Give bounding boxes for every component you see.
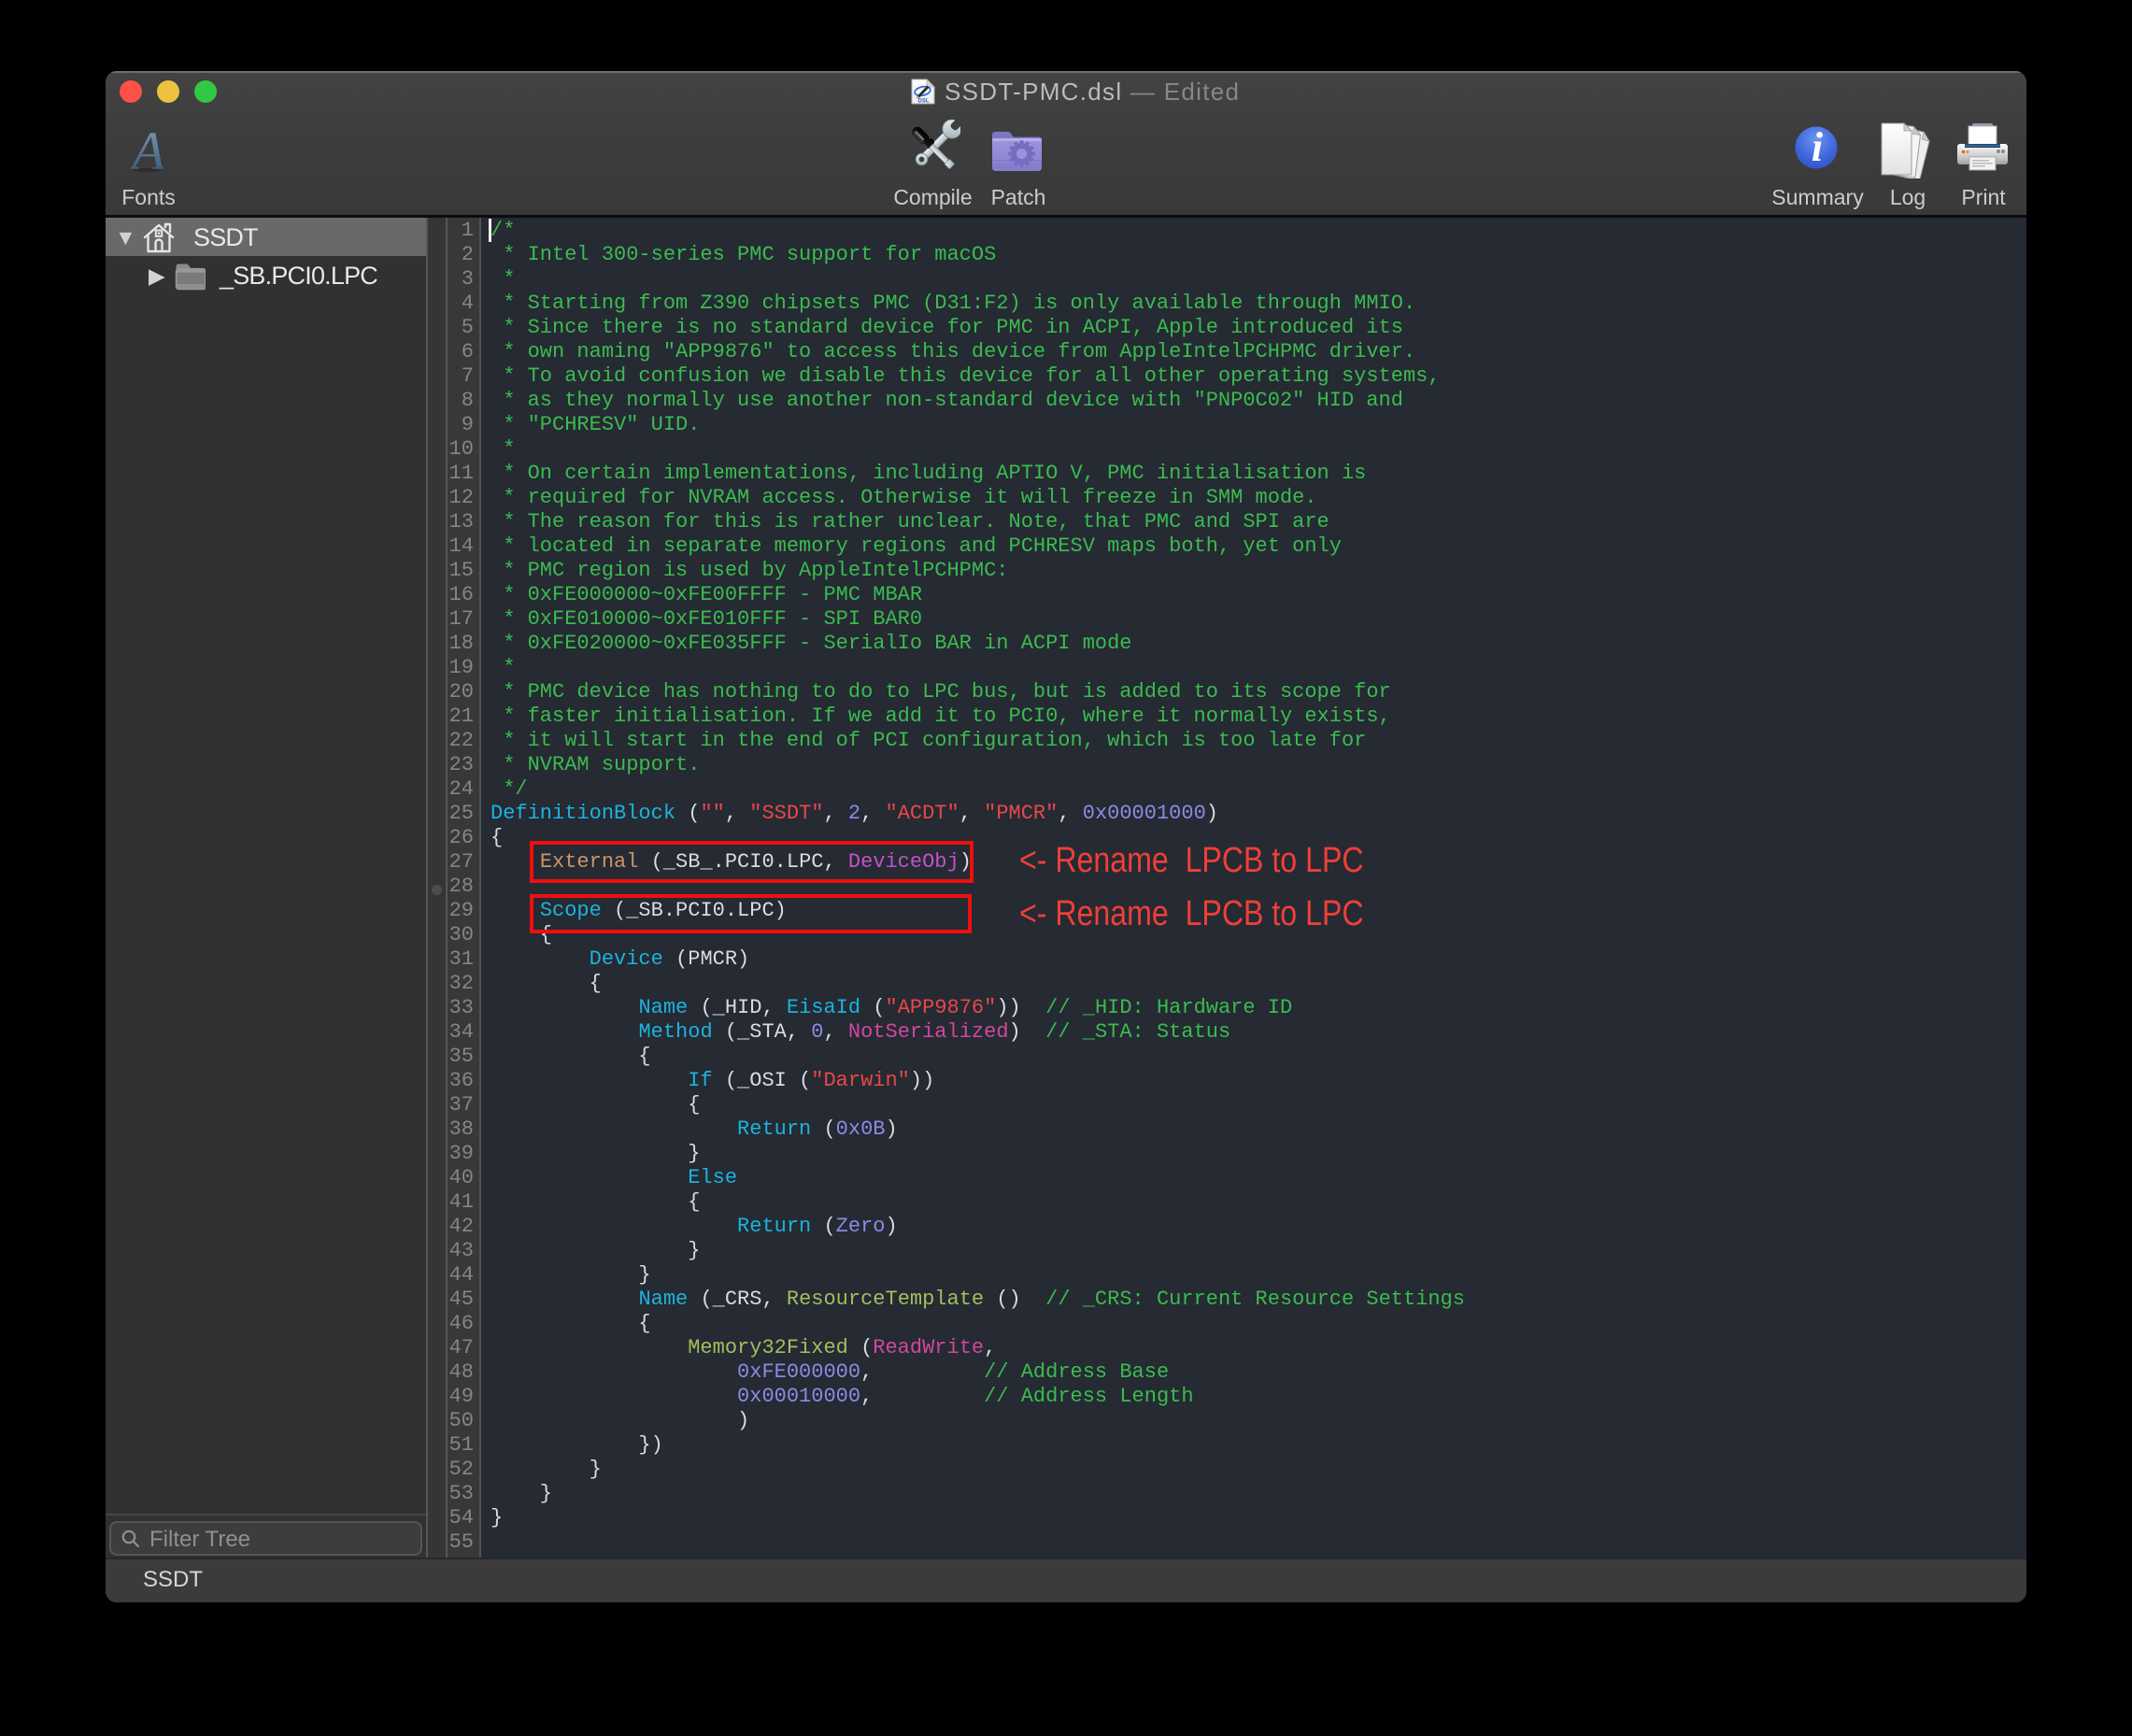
svg-text:i: i xyxy=(1812,126,1824,169)
svg-text:DSL: DSL xyxy=(918,99,930,105)
svg-text:A: A xyxy=(131,130,163,172)
